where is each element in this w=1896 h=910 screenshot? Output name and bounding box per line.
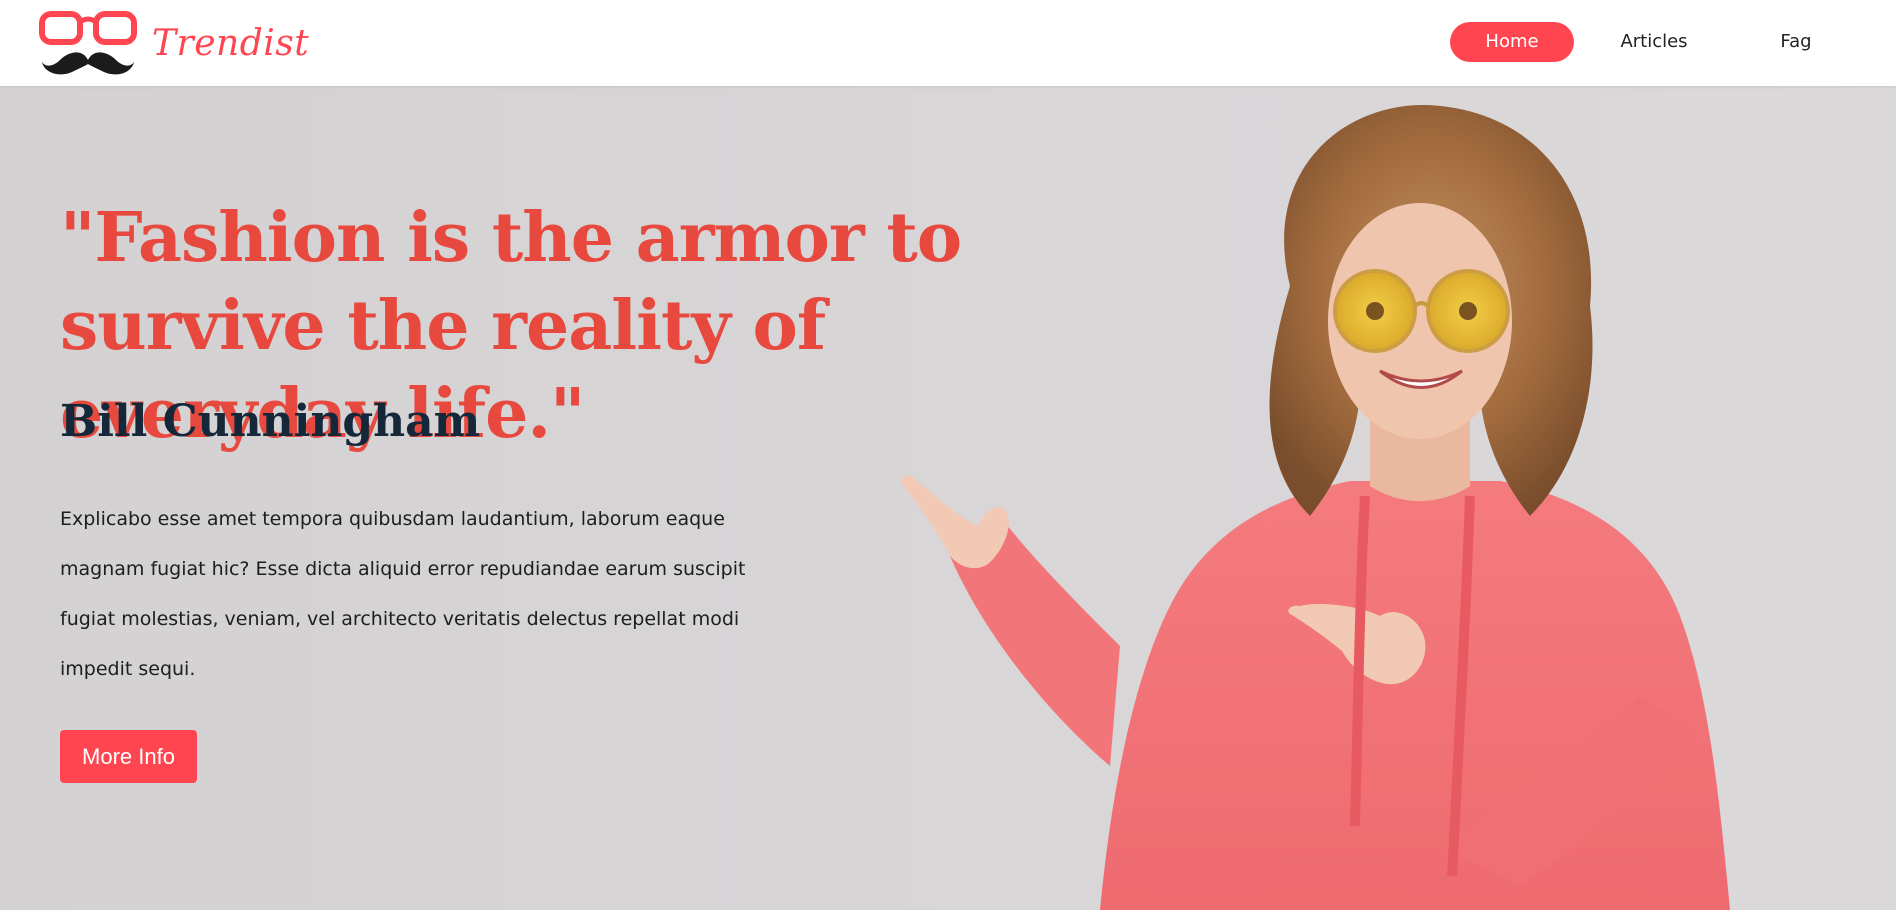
- main-nav: Home Articles Fag: [1450, 22, 1846, 62]
- more-info-button[interactable]: More Info: [60, 730, 197, 783]
- hero-description: Explicabo esse amet tempora quibusdam la…: [60, 508, 746, 680]
- nav-item-articles[interactable]: Articles: [1584, 22, 1724, 62]
- brand-name: Trendist: [152, 22, 310, 64]
- quote-author: Bill Cunningham: [60, 396, 481, 447]
- glasses-mustache-icon: [39, 11, 137, 75]
- brand-logo[interactable]: Trendist: [38, 8, 309, 78]
- nav-item-home[interactable]: Home: [1450, 22, 1574, 62]
- hero-section: "Fashion is the armor to survive the rea…: [0, 86, 1896, 910]
- site-header: Trendist Home Articles Fag: [0, 0, 1896, 86]
- nav-item-faq[interactable]: Fag: [1746, 22, 1846, 62]
